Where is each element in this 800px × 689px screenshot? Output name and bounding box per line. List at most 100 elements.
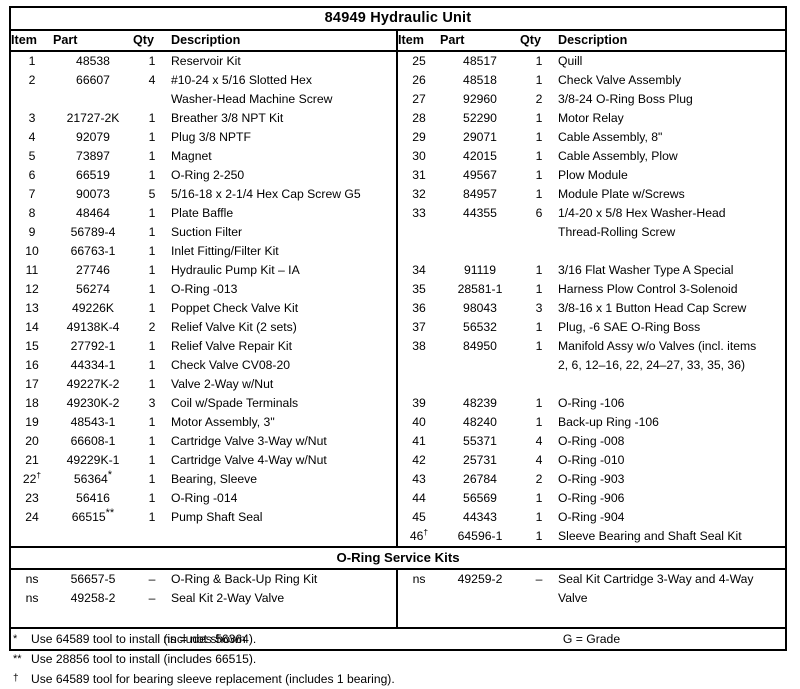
cell-description: 1/4-20 x 5/8 Hex Washer-Head Thread-Rolli… [558, 204, 785, 242]
table-row: 3 21727-2K 1 Breather 3/8 NPT Kit [11, 109, 396, 128]
parts-body-left: 1 48538 1 Reservoir Kit 2 66607 4 #10-24 x 5/16… [11, 51, 396, 527]
cell-qty: 1 [535, 320, 543, 334]
cell-part: 49567 [463, 168, 497, 182]
cell-part: 66519 [76, 168, 110, 182]
cell-qty: 1 [148, 263, 156, 277]
table-row: 27 92960 2 3/8-24 O-Ring Boss Plug [398, 90, 785, 109]
cell-part: 56274 [76, 282, 110, 296]
cell-part: 56569 [463, 491, 497, 505]
table-row: 16 44334-1 1 Check Valve CV08-20 [11, 356, 396, 375]
parts-table-right: Item Part Qty Description 25 48517 1 Quill 2… [398, 31, 785, 546]
spacer-row [398, 242, 785, 261]
table-row: 29 29071 1 Cable Assembly, 8" [398, 128, 785, 147]
cell-qty: 1 [535, 130, 543, 144]
cell-item: 29 [412, 130, 426, 144]
cell-description: Check Valve CV08-20 [171, 358, 290, 372]
cell-qty: 1 [535, 396, 543, 410]
cell-qty: 1 [148, 225, 156, 239]
cell-item: 9 [28, 225, 36, 239]
cell-part: 48517 [463, 54, 497, 68]
cell-item: 4 [28, 130, 36, 144]
cell-qty: 1 [148, 434, 156, 448]
footnote: * Use 64589 tool to install (includes 563… [9, 629, 709, 649]
cell-item: 6 [28, 168, 36, 182]
cell-qty: 1 [148, 491, 156, 505]
service-kits-columns: ns 56657-5 – O-Ring & Back-Up Ring Kit ns 492… [11, 570, 785, 627]
cell-item: 19 [25, 415, 39, 429]
cell-description: Relief Valve Repair Kit [171, 339, 293, 353]
cell-item: 38 [412, 339, 426, 353]
table-row: 7 90073 5 5/16-18 x 2-1/4 Hex Cap Screw G5 [11, 185, 396, 204]
cell-part: 66515** [71, 506, 115, 524]
cell-description: Seal Kit 2-Way Valve [171, 591, 285, 605]
parts-column-left: Item Part Qty Description 1 48538 1 Reservo… [11, 31, 398, 546]
parts-list-page: 84949 Hydraulic Unit Item Part Qty Descr… [0, 0, 800, 689]
table-row: 43 26784 2 O-Ring -903 [398, 470, 785, 489]
cell-description: Sleeve Bearing and Shaft Seal Kit [558, 529, 742, 543]
cell-qty: 1 [148, 244, 156, 258]
table-row: 20 66608-1 1 Cartridge Valve 3-Way w/Nut [11, 432, 396, 451]
cell-qty: 1 [535, 510, 543, 524]
cell-part: 26784 [463, 472, 497, 486]
table-row: 15 27792-1 1 Relief Valve Repair Kit [11, 337, 396, 356]
table-row: 8 48464 1 Plate Baffle [11, 204, 396, 223]
cell-qty: 4 [535, 453, 543, 467]
cell-description: O-Ring -010 [558, 453, 625, 467]
table-row: 5 73897 1 Magnet [11, 147, 396, 166]
footnote-text: Use 28856 tool to install (includes 6651… [31, 652, 257, 666]
cell-part: 28581-1 [457, 282, 503, 296]
cell-part: 52290 [463, 111, 497, 125]
cell-qty: 3 [535, 301, 543, 315]
cell-item: ns [25, 572, 39, 586]
cell-qty: 4 [535, 434, 543, 448]
cell-item: 34 [412, 263, 426, 277]
cell-item: 21 [25, 453, 39, 467]
cell-item: 37 [412, 320, 426, 334]
cell-description: Relief Valve Kit (2 sets) [171, 320, 297, 334]
cell-qty: 1 [535, 187, 543, 201]
cell-item: 33 [412, 206, 426, 220]
cell-item: 32 [412, 187, 426, 201]
footnote-mark: † [13, 673, 19, 684]
cell-qty: 1 [148, 111, 156, 125]
column-header-part: Part [440, 31, 520, 52]
cell-qty: 1 [535, 415, 543, 429]
cell-item: 35 [412, 282, 426, 296]
cell-item: 25 [412, 54, 426, 68]
table-row: 39 48239 1 O-Ring -106 [398, 394, 785, 413]
cell-item: 45 [412, 510, 426, 524]
cell-description: O-Ring -106 [558, 396, 625, 410]
column-header-description: Description [558, 31, 785, 52]
cell-part: 44343 [463, 510, 497, 524]
cell-part: 66608-1 [70, 434, 116, 448]
cell-description: Reservoir Kit [171, 54, 241, 68]
cell-description: Cable Assembly, 8" [558, 130, 663, 144]
cell-item: 26 [412, 73, 426, 87]
cell-part: 25731 [463, 453, 497, 467]
table-row: 32 84957 1 Module Plate w/Screws [398, 185, 785, 204]
footnote-text: Use 64589 tool to install (includes 5636… [31, 632, 257, 646]
cell-item: 3 [28, 111, 36, 125]
cell-item: 39 [412, 396, 426, 410]
cell-description: O-Ring -013 [171, 282, 238, 296]
cell-item: ns [412, 572, 426, 586]
cell-part: 49258-2 [70, 591, 116, 605]
cell-qty: – [535, 572, 543, 586]
cell-description: Valve 2-Way w/Nut [171, 377, 274, 391]
spacer-cell [11, 608, 396, 627]
table-row: 36 98043 3 3/8-16 x 1 Button Head Cap Screw [398, 299, 785, 318]
cell-description: Plug, -6 SAE O-Ring Boss [558, 320, 701, 334]
cell-item: 13 [25, 301, 39, 315]
table-row: 17 49227K-2 1 Valve 2-Way w/Nut [11, 375, 396, 394]
parts-columns: Item Part Qty Description 1 48538 1 Reservo… [11, 31, 785, 546]
cell-part: 92960 [463, 92, 497, 106]
cell-item: 1 [28, 54, 36, 68]
cell-qty: – [148, 572, 156, 586]
cell-part: 49227K-2 [66, 377, 120, 391]
cell-description: Suction Filter [171, 225, 243, 239]
cell-qty: 1 [535, 529, 543, 543]
cell-item: 40 [412, 415, 426, 429]
table-header-row: Item Part Qty Description [398, 31, 785, 52]
table-row: 38 84950 1 Manifold Assy w/o Valves (incl. … [398, 337, 785, 375]
cell-part: 91119 [463, 263, 497, 277]
